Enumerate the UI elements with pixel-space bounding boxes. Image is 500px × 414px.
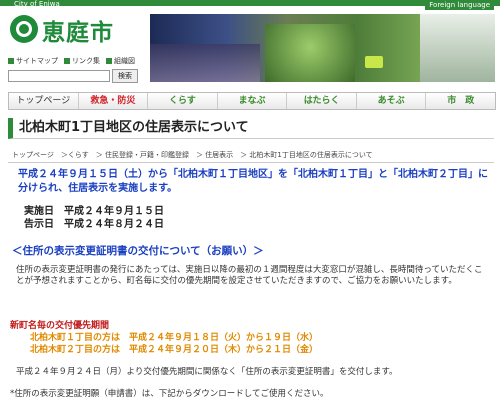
breadcrumb[interactable]: トップページ ＞くらす ＞ 住民登録・戸籍・印鑑登録 ＞ 住居表示 ＞ 北柏木町… <box>12 150 373 160</box>
banner-trees <box>265 24 355 82</box>
site-logo[interactable]: 恵庭市 <box>10 13 140 51</box>
header-banner-image <box>150 14 495 82</box>
links-icon <box>64 58 70 64</box>
banner-train <box>365 56 383 68</box>
page-title: 北柏木町1丁目地区の住居表示について <box>8 118 494 139</box>
banner-waterfall <box>420 14 495 82</box>
nav-home[interactable]: トップページ <box>9 93 79 109</box>
nav-leisure[interactable]: あそぶ <box>356 93 427 109</box>
city-emblem-icon <box>10 15 38 43</box>
section-heading: ＜住所の表示変更証明書の交付について（お願い）＞ <box>12 245 264 257</box>
city-en-label: City of Eniwa <box>14 0 60 8</box>
sitemap-link[interactable]: サイトマップ <box>8 56 58 66</box>
section-paragraph: 住所の表示変更証明書の発行にあたっては、実施日以降の最初の１週間程度は大変窓口が… <box>16 265 483 286</box>
implementation-date: 実施日 平成２４年９月１５日 <box>24 206 164 217</box>
sitemap-icon <box>8 58 14 64</box>
divider <box>8 162 494 163</box>
priority-heading: 新町名毎の交付優先期間 <box>10 321 110 331</box>
links-link[interactable]: リンク集 <box>64 56 100 66</box>
global-nav: トップページ 救急・防災 くらす まなぶ はたらく あそぶ 市 政 <box>8 92 496 110</box>
utility-links: サイトマップ リンク集 組織図 <box>8 56 135 66</box>
foreign-language-link[interactable]: Foreign language <box>425 0 494 10</box>
priority-item: 北柏木町２丁目の方は 平成２４年９月２０日（木）から２１日（金） <box>30 345 319 355</box>
nav-living[interactable]: くらす <box>148 93 218 109</box>
org-chart-link[interactable]: 組織図 <box>106 56 135 66</box>
priority-periods: 北柏木町１丁目の方は 平成２４年９月１８日（火）から１９日（水） 北柏木町２丁目… <box>30 332 318 356</box>
org-chart-icon <box>106 58 112 64</box>
search-input[interactable] <box>8 70 110 82</box>
nav-working[interactable]: はたらく <box>287 93 357 109</box>
nav-emergency[interactable]: 救急・防災 <box>78 93 149 109</box>
nav-learning[interactable]: まなぶ <box>217 93 288 109</box>
logo-text: 恵庭市 <box>42 20 114 46</box>
download-note: *住所の表示変更証明願（申請書）は、下記からダウンロードしてご使用ください。 <box>10 389 329 399</box>
search-button[interactable]: 検索 <box>112 69 138 83</box>
banner-night-scene <box>150 44 260 82</box>
lead-text: 平成２４年９月１５日（土）から「北柏木町１丁目地区」を「北柏木町１丁目」と「北柏… <box>18 169 488 194</box>
notice-date: 告示日 平成２４年８月２４日 <box>24 219 164 230</box>
nav-city-admin[interactable]: 市 政 <box>426 93 496 109</box>
priority-item: 北柏木町１丁目の方は 平成２４年９月１８日（火）から１９日（水） <box>30 333 319 343</box>
note-text: 平成２４年９月２４日（月）より交付優先期間に関係なく「住所の表示変更証明書」を交… <box>16 367 398 377</box>
date-block: 実施日 平成２４年９月１５日 告示日 平成２４年８月２４日 <box>24 205 164 231</box>
